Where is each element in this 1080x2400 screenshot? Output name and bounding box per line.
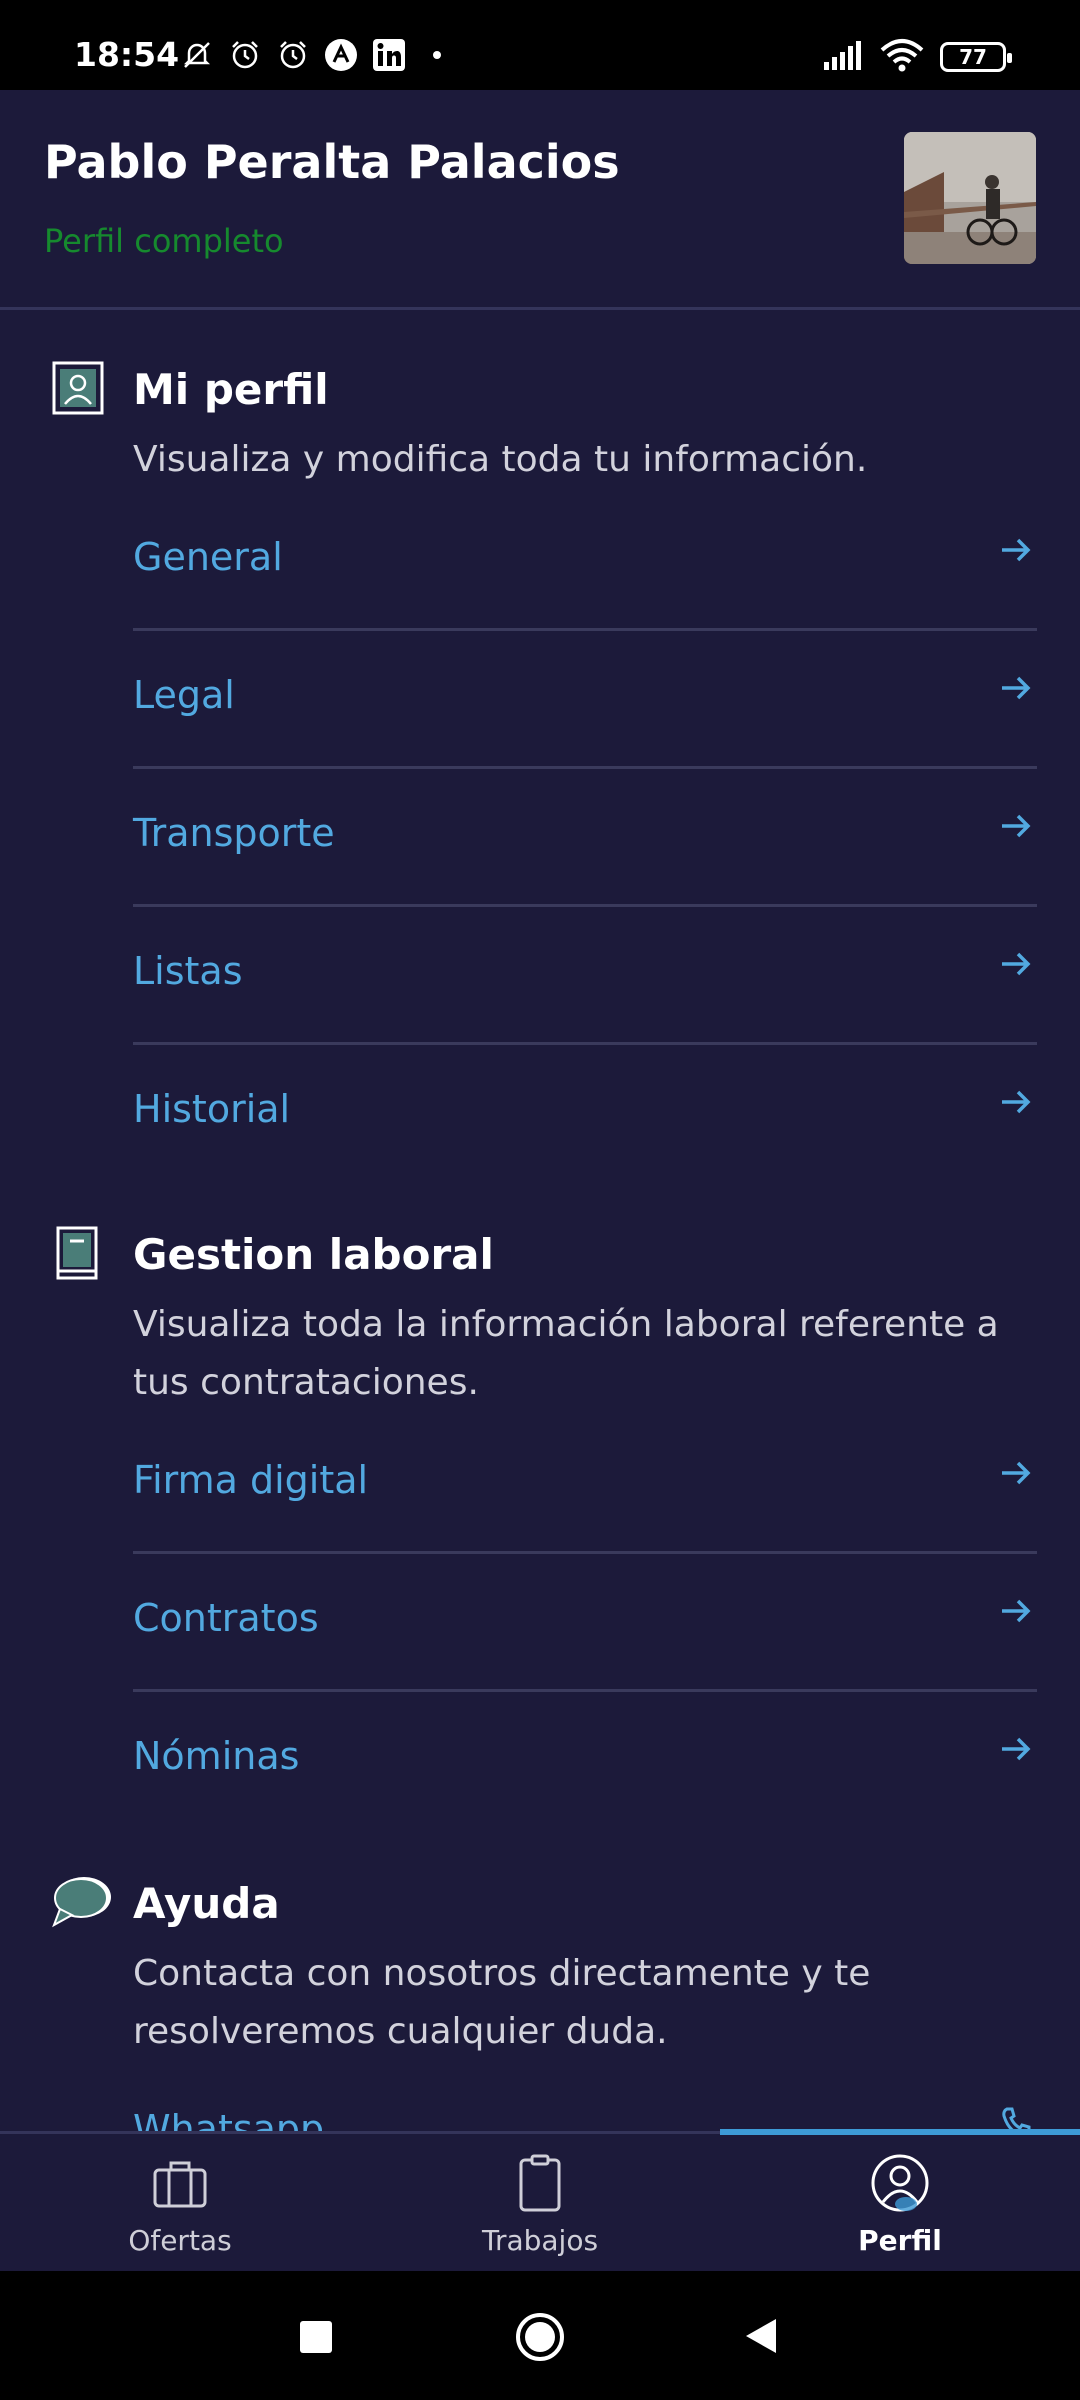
profile-content[interactable]: Mi perfil Visualiza y modifica toda tu i… <box>0 313 1080 2131</box>
menu-item-general[interactable]: General <box>133 493 1037 631</box>
menu-item-label: Contratos <box>133 1596 319 1640</box>
arrow-right-icon <box>999 1732 1033 1766</box>
section-title: Gestion laboral <box>133 1230 494 1279</box>
signal-icon <box>822 40 864 74</box>
tab-perfil[interactable]: Perfil <box>720 2134 1080 2271</box>
menu-item-label: Firma digital <box>133 1458 369 1502</box>
menu-item-label: General <box>133 535 283 579</box>
dot-icon <box>418 36 456 74</box>
briefcase-icon <box>149 2152 211 2214</box>
menu-item-nominas[interactable]: Nóminas <box>133 1692 1037 1830</box>
arrow-right-icon <box>999 671 1033 705</box>
section-description: Visualiza toda la información laboral re… <box>133 1304 999 1403</box>
system-status-icons: 77 <box>822 38 1012 76</box>
battery-level: 77 <box>959 45 987 69</box>
bottom-navigation: Ofertas Trabajos Perfil <box>0 2129 1080 2271</box>
arrow-right-icon <box>999 947 1033 981</box>
notification-icons <box>178 36 456 74</box>
arrow-right-icon <box>999 533 1033 567</box>
menu-item-transporte[interactable]: Transporte <box>133 769 1037 907</box>
profile-card-icon <box>50 360 106 416</box>
tab-trabajos[interactable]: Trabajos <box>360 2134 720 2271</box>
alarm-icon <box>226 36 264 74</box>
tab-ofertas[interactable]: Ofertas <box>0 2134 360 2271</box>
avatar[interactable] <box>904 132 1036 264</box>
section-title: Ayuda <box>133 1879 280 1928</box>
tab-label: Trabajos <box>481 2224 599 2257</box>
menu-item-label: Transporte <box>133 811 335 855</box>
arrow-right-icon <box>999 1085 1033 1119</box>
tab-label: Perfil <box>858 2224 942 2257</box>
menu-item-label: Historial <box>133 1087 291 1131</box>
back-button[interactable] <box>736 2311 786 2361</box>
app-icon <box>322 36 360 74</box>
menu-item-historial[interactable]: Historial <box>133 1045 1037 1183</box>
menu-item-label: Legal <box>133 673 235 717</box>
bell-off-icon <box>178 36 216 74</box>
system-navigation-bar <box>0 2271 1080 2400</box>
arrow-right-icon <box>999 1456 1033 1490</box>
menu-item-legal[interactable]: Legal <box>133 631 1037 769</box>
alarm-icon <box>274 36 312 74</box>
section-description: Contacta con nosotros directamente y te … <box>133 1953 871 2052</box>
linkedin-icon <box>370 36 408 74</box>
home-button[interactable] <box>514 2311 564 2361</box>
menu-item-label: Nóminas <box>133 1734 300 1778</box>
tab-label: Ofertas <box>128 2224 232 2257</box>
menu-item-label: Listas <box>133 949 243 993</box>
clipboard-icon <box>509 2152 571 2214</box>
user-name: Pablo Peralta Palacios <box>44 135 620 189</box>
user-circle-icon <box>869 2152 931 2214</box>
recent-apps-button[interactable] <box>290 2311 340 2361</box>
chat-bubble-icon <box>50 1873 114 1931</box>
menu-item-contratos[interactable]: Contratos <box>133 1554 1037 1692</box>
phone-icon <box>999 2105 1033 2131</box>
menu-item-label: Whatsapp <box>133 2107 325 2131</box>
book-icon <box>50 1225 106 1281</box>
status-time: 18:54 <box>74 35 180 74</box>
battery-icon: 77 <box>940 42 1012 72</box>
menu-item-whatsapp[interactable]: Whatsapp <box>133 2065 1037 2131</box>
section-title: Mi perfil <box>133 365 329 414</box>
arrow-right-icon <box>999 809 1033 843</box>
wifi-icon <box>880 38 924 76</box>
menu-item-listas[interactable]: Listas <box>133 907 1037 1045</box>
section-description: Visualiza y modifica toda tu información… <box>133 439 868 480</box>
arrow-right-icon <box>999 1594 1033 1628</box>
menu-item-firma-digital[interactable]: Firma digital <box>133 1416 1037 1554</box>
profile-status: Perfil completo <box>44 222 284 260</box>
profile-header: Pablo Peralta Palacios Perfil completo <box>0 90 1080 310</box>
status-bar: 18:54 77 <box>0 0 1080 90</box>
